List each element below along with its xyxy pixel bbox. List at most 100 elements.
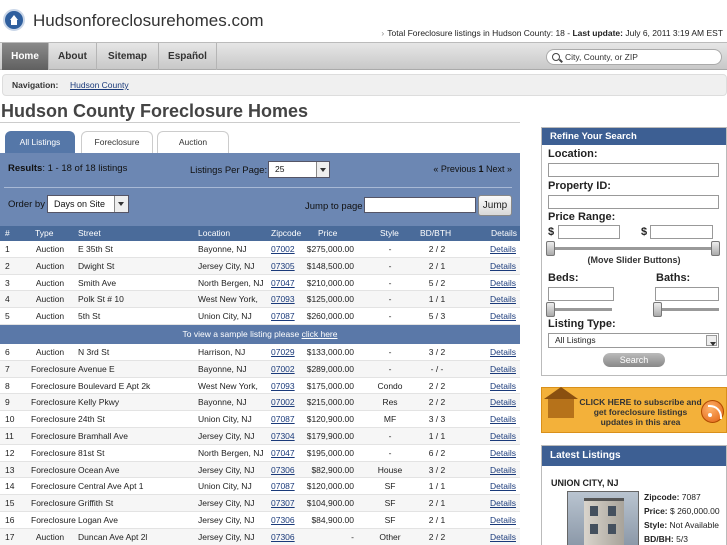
row-location: Jersey City, NJ <box>198 260 255 271</box>
last-update-value: July 6, 2011 3:19 AM EST <box>622 28 723 38</box>
main-nav: Home About Sitemap Español City, County,… <box>0 42 727 70</box>
latest-listing-city[interactable]: UNION CITY, NJ <box>551 478 619 488</box>
nav-home[interactable]: Home <box>2 43 49 70</box>
row-details-link[interactable]: Details <box>490 361 516 378</box>
tab-foreclosure[interactable]: Foreclosure <box>81 131 153 153</box>
refine-search-box: Refine Your Search Location: Property ID… <box>541 127 727 376</box>
row-zipcode[interactable]: 07047 <box>271 445 295 462</box>
row-location: West New York, <box>198 380 258 391</box>
row-details-link[interactable]: Details <box>490 478 516 495</box>
beds-slider-track[interactable] <box>548 308 612 311</box>
row-details-link[interactable]: Details <box>490 378 516 395</box>
location-input[interactable] <box>548 163 719 177</box>
row-details-link[interactable]: Details <box>490 275 516 292</box>
beds-input[interactable] <box>548 287 614 301</box>
row-street: E 35th St <box>78 244 113 254</box>
row-zipcode[interactable]: 07306 <box>271 462 295 479</box>
price-slider-track[interactable] <box>548 247 718 250</box>
row-price: $175,000.00 <box>306 380 354 391</box>
results-label: Results <box>8 163 43 174</box>
row-details-link[interactable]: Details <box>490 462 516 479</box>
nav-sitemap[interactable]: Sitemap <box>97 43 159 70</box>
col-header-price: Price <box>318 228 338 238</box>
row-details-link[interactable]: Details <box>490 241 516 258</box>
row-details-link[interactable]: Details <box>490 428 516 445</box>
row-details-link[interactable]: Details <box>490 308 516 325</box>
row-zipcode[interactable]: 07087 <box>271 478 295 495</box>
price-slider-max-handle[interactable] <box>711 241 720 256</box>
row-zipcode[interactable]: 07002 <box>271 361 295 378</box>
row-details-link[interactable]: Details <box>490 512 516 529</box>
breadcrumb-link-hudson-county[interactable]: Hudson County <box>70 75 129 95</box>
row-street: Dwight St <box>78 260 115 271</box>
row-street: Smith Ave <box>78 277 117 288</box>
row-details-link[interactable]: Details <box>490 411 516 428</box>
listing-summary: › Total Foreclosure listings in Hudson Co… <box>381 28 723 38</box>
zipcode-value: 7087 <box>679 492 701 502</box>
subscribe-banner[interactable]: CLICK HERE to subscribe and get foreclos… <box>541 387 727 433</box>
row-zipcode[interactable]: 07307 <box>271 495 295 512</box>
row-type: Auction <box>35 277 65 288</box>
row-zipcode[interactable]: 07087 <box>271 411 295 428</box>
table-row: 2 Auction Dwight St Jersey City, NJ 07305 $14… <box>0 257 520 275</box>
beds-slider-handle[interactable] <box>546 302 555 317</box>
row-zipcode[interactable]: 07002 <box>271 394 295 411</box>
sample-listing-link[interactable]: click here <box>302 329 338 339</box>
row-details-link[interactable]: Details <box>490 291 516 308</box>
row-style: Other <box>379 531 401 542</box>
row-type: Foreclosure <box>31 430 76 441</box>
per-page-select[interactable]: 25 <box>268 161 330 178</box>
prev-link[interactable]: « Previous <box>433 164 476 174</box>
nav-espanol[interactable]: Español <box>159 43 217 70</box>
min-price-input[interactable] <box>558 225 620 239</box>
baths-slider-track[interactable] <box>655 308 719 311</box>
row-zipcode[interactable]: 07087 <box>271 308 295 325</box>
search-button[interactable]: Search <box>603 353 665 367</box>
row-location: Bayonne, NJ <box>198 397 247 408</box>
row-details-link[interactable]: Details <box>490 445 516 462</box>
style-label: Style: <box>644 520 668 530</box>
row-details-link[interactable]: Details <box>490 258 516 275</box>
row-zipcode[interactable]: 07305 <box>271 258 295 275</box>
row-zipcode[interactable]: 07047 <box>271 275 295 292</box>
col-header-street: Street <box>78 228 101 238</box>
row-zipcode[interactable]: 07002 <box>271 241 295 258</box>
search-input[interactable]: City, County, or ZIP <box>546 49 722 65</box>
listings-table: # Type Street Location Zipcode Price Sty… <box>0 226 520 545</box>
listing-type-label: Listing Type: <box>548 318 616 330</box>
row-type: Foreclosure <box>31 481 76 492</box>
jump-page-input[interactable] <box>364 197 476 213</box>
row-zipcode[interactable]: 07029 <box>271 344 295 361</box>
row-style: Condo <box>377 380 403 391</box>
row-details-link[interactable]: Details <box>490 344 516 361</box>
property-id-input[interactable] <box>548 195 719 209</box>
row-zipcode[interactable]: 07306 <box>271 512 295 529</box>
order-by-select[interactable]: Days on Site <box>47 195 129 213</box>
next-link[interactable]: Next » <box>486 164 512 174</box>
row-details-link[interactable]: Details <box>490 394 516 411</box>
row-zipcode[interactable]: 07306 <box>271 529 295 545</box>
tab-auction[interactable]: Auction <box>157 131 229 153</box>
row-details-link[interactable]: Details <box>490 529 516 545</box>
site-title[interactable]: Hudsonforeclosurehomes.com <box>33 11 264 31</box>
latest-price: Price: $ 260,000.00 <box>644 506 720 516</box>
sample-listing-banner: To view a sample listing please click he… <box>0 324 520 344</box>
bdbth-value: 5/3 <box>673 534 688 544</box>
listing-type-select[interactable]: All Listings <box>548 333 719 348</box>
max-price-input[interactable] <box>650 225 713 239</box>
baths-input[interactable] <box>655 287 719 301</box>
baths-slider-handle[interactable] <box>653 302 662 317</box>
row-details-link[interactable]: Details <box>490 495 516 512</box>
home-logo-icon[interactable] <box>3 9 25 31</box>
row-style: House <box>377 464 403 475</box>
tab-all-listings[interactable]: All Listings <box>5 131 75 153</box>
latest-listing-photo[interactable] <box>567 491 639 545</box>
row-zipcode[interactable]: 07093 <box>271 378 295 395</box>
row-zipcode[interactable]: 07304 <box>271 428 295 445</box>
row-location: Jersey City, NJ <box>198 498 255 509</box>
price-slider-min-handle[interactable] <box>546 241 555 256</box>
order-by-value: Days on Site <box>54 199 106 209</box>
jump-button[interactable]: Jump <box>478 195 512 216</box>
row-zipcode[interactable]: 07093 <box>271 291 295 308</box>
nav-about[interactable]: About <box>49 43 97 70</box>
